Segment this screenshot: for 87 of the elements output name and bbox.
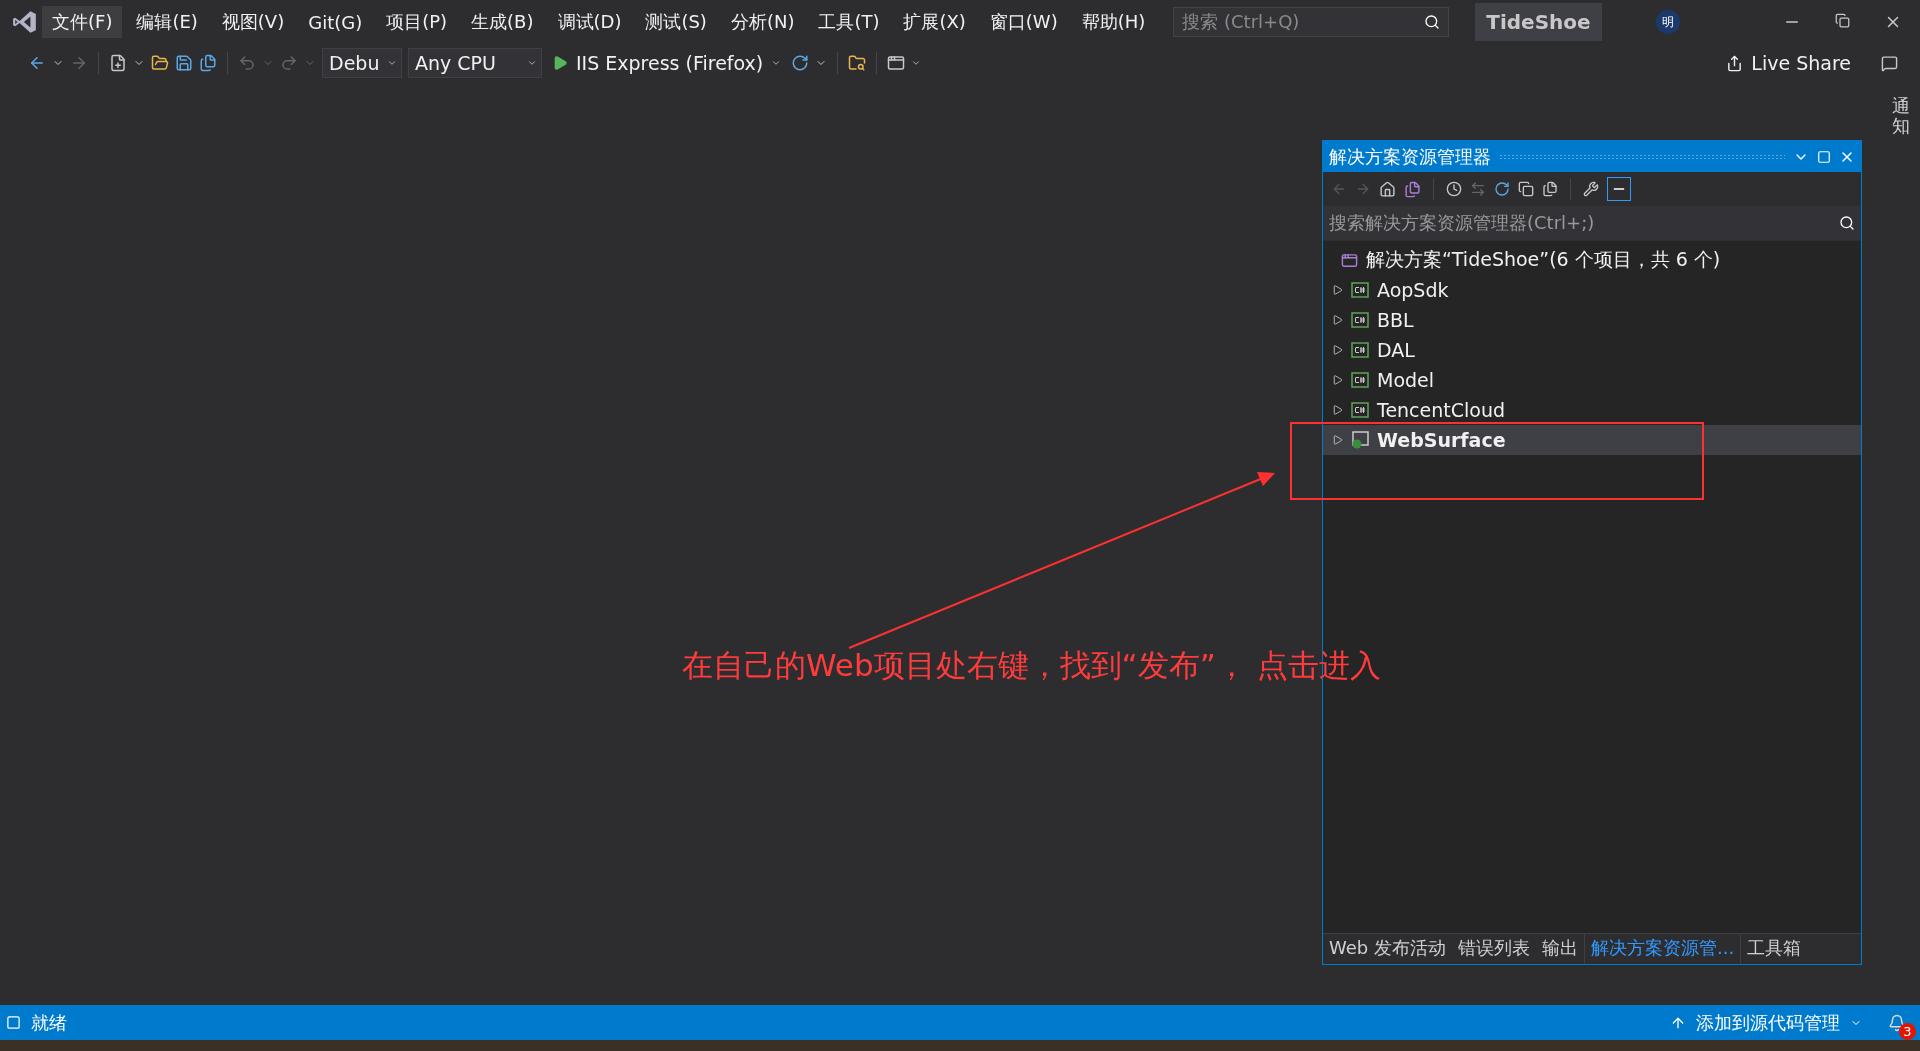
new-file-icon[interactable] [109, 54, 127, 72]
panel-tab[interactable]: 工具箱 [1741, 934, 1808, 964]
maximize-icon[interactable] [1817, 149, 1831, 164]
panel-tab[interactable]: 解决方案资源管... [1583, 934, 1742, 964]
tree-item-label: WebSurface [1377, 429, 1506, 451]
visual-studio-logo [12, 9, 38, 35]
caret-icon[interactable] [527, 58, 537, 68]
solution-name-badge: TideShoe [1475, 3, 1602, 41]
side-tab[interactable]: 通知 [1892, 96, 1910, 136]
menu-item[interactable]: Git(G) [298, 7, 373, 37]
panel-tab[interactable]: Web 发布活动 [1323, 934, 1452, 964]
refresh-icon[interactable] [1494, 181, 1510, 197]
run-button[interactable]: IIS Express (Firefox) [548, 52, 786, 74]
share-icon[interactable] [1726, 54, 1744, 72]
notifications-icon[interactable] [1888, 1013, 1906, 1032]
caret-icon[interactable] [771, 58, 782, 68]
output-icon [6, 1015, 21, 1030]
user-avatar[interactable]: 明 [1655, 10, 1680, 34]
show-all-files-icon[interactable] [1542, 181, 1558, 197]
menu-item[interactable]: 生成(B) [461, 6, 544, 38]
csharp-project-icon [1351, 312, 1369, 328]
search-field[interactable]: 搜索 (Ctrl+Q) [1173, 7, 1450, 37]
notification-count: 3 [1899, 1022, 1916, 1040]
menu-item[interactable]: 视图(V) [211, 6, 295, 38]
menu-item[interactable]: 分析(N) [720, 6, 805, 38]
expand-icon[interactable] [1333, 345, 1343, 355]
menu-item[interactable]: 编辑(E) [126, 6, 208, 38]
source-control-button[interactable]: 添加到源代码管理 [1696, 1010, 1840, 1035]
save-all-icon[interactable] [199, 54, 217, 72]
folder-search-icon[interactable] [848, 54, 867, 72]
csharp-project-icon [1351, 372, 1369, 388]
wrench-icon[interactable] [1583, 181, 1599, 197]
tree-row[interactable]: Model [1323, 365, 1861, 395]
tree-row[interactable]: DAL [1323, 335, 1861, 365]
csharp-project-icon [1351, 342, 1369, 358]
tree-row[interactable]: TencentCloud [1323, 395, 1861, 425]
tree-row[interactable]: WebSurface [1323, 425, 1861, 455]
restore-icon[interactable] [1835, 13, 1850, 28]
tree-item-label: Model [1377, 369, 1435, 391]
clock-icon[interactable] [1446, 181, 1462, 197]
panel-tab[interactable]: 错误列表 [1451, 934, 1536, 964]
back-icon[interactable] [28, 54, 46, 72]
menu-item[interactable]: 工具(T) [808, 6, 890, 38]
tree-item-label: DAL [1377, 339, 1415, 361]
save-icon[interactable] [175, 54, 193, 72]
menu-item[interactable]: 帮助(H) [1071, 6, 1156, 38]
panel-tab[interactable]: 输出 [1535, 934, 1584, 964]
menu-item[interactable]: 调试(D) [547, 6, 632, 38]
platform-dropdown[interactable]: Any CPU [408, 48, 542, 78]
search-field[interactable]: 搜索解决方案资源管理器(Ctrl+;) [1323, 206, 1861, 241]
expand-icon[interactable] [1333, 405, 1343, 415]
tree-row[interactable]: BBL [1323, 305, 1861, 335]
panel-title: 解决方案资源管理器 [1329, 144, 1491, 169]
refresh-icon[interactable] [791, 54, 810, 72]
menu-item[interactable]: 文件(F) [42, 6, 123, 38]
open-folder-icon[interactable] [151, 54, 169, 72]
csharp-project-icon [1351, 402, 1369, 418]
expand-icon[interactable] [1333, 315, 1343, 325]
caret-icon[interactable] [911, 58, 922, 68]
play-icon[interactable] [552, 55, 568, 71]
solution-icon [1341, 251, 1358, 269]
feedback-icon[interactable] [1881, 54, 1898, 72]
menu-item[interactable]: 测试(S) [635, 6, 717, 38]
menu-item[interactable]: 项目(P) [376, 6, 458, 38]
sync-icon[interactable] [1470, 181, 1486, 197]
status-text: 就绪 [31, 1010, 67, 1035]
tree-item-label: AopSdk [1377, 279, 1449, 301]
expand-icon[interactable] [1333, 285, 1343, 295]
browser-window-icon[interactable] [887, 54, 906, 72]
web-project-icon [1351, 431, 1369, 449]
tree-item-label: TencentCloud [1377, 399, 1505, 421]
menu-item[interactable]: 窗口(W) [979, 6, 1068, 38]
tree-item[interactable]: 解决方案“TideShoe”(6 个项目，共 6 个) [1366, 247, 1721, 273]
caret-icon[interactable] [387, 58, 397, 68]
search-icon[interactable] [1424, 14, 1441, 30]
menu-item[interactable]: 扩展(X) [893, 6, 976, 38]
expand-icon[interactable] [1333, 435, 1343, 445]
search-icon[interactable] [1839, 215, 1855, 231]
tree-item-label: BBL [1377, 309, 1414, 331]
tree-row[interactable]: AopSdk [1323, 275, 1861, 305]
redo-icon[interactable] [280, 54, 298, 72]
undo-icon[interactable] [238, 54, 256, 72]
csharp-project-icon [1351, 282, 1369, 298]
configuration-dropdown[interactable]: Debu [322, 48, 402, 78]
home-icon[interactable] [1379, 180, 1396, 198]
expand-icon[interactable] [1333, 375, 1343, 385]
live-share-button[interactable]: Live Share [1716, 52, 1861, 74]
